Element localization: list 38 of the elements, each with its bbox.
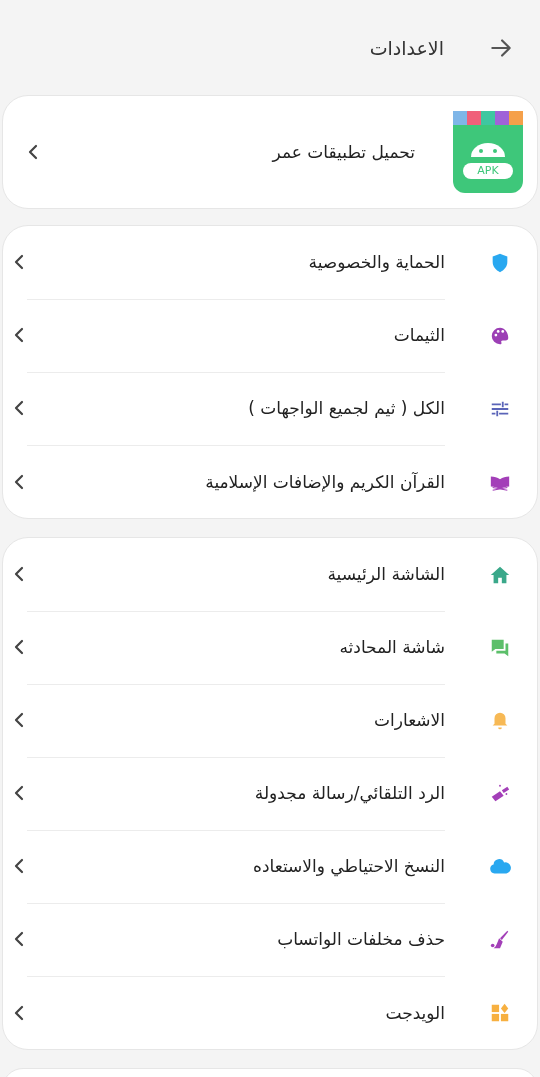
settings-label: شاشة المحادثه [339,637,445,657]
chevron-icon [13,858,25,874]
settings-label: حذف مخلفات الواتساب [277,929,445,949]
settings-item[interactable]: الرد التلقائي/رسالة مجدولة [3,757,537,830]
chevron-icon [13,931,25,947]
settings-label: الكل ( ثيم لجميع الواجهات ) [248,398,445,418]
settings-item[interactable]: النسخ الاحتياطي والاستعاده [3,830,537,903]
settings-item[interactable]: حذف مخلفات الواتساب [3,903,537,976]
settings-item[interactable]: الاشعارات [3,684,537,757]
chevron-icon [13,566,25,582]
settings-item[interactable]: القرآن الكريم والإضافات الإسلامية [3,445,537,518]
chevron-icon [13,1004,25,1021]
settings-label: القرآن الكريم والإضافات الإسلامية [205,471,445,492]
settings-label: الرد التلقائي/رسالة مجدولة [254,783,445,803]
settings-item[interactable]: شاشة المحادثه [3,611,537,684]
chevron-icon [27,144,39,160]
settings-label: الشاشة الرئيسية [327,564,445,584]
settings-item[interactable]: الحماية والخصوصية [3,226,537,299]
chevron-icon [13,473,25,490]
chevron-icon [13,639,25,655]
settings-label: الاشعارات [374,710,445,730]
settings-label: الحماية والخصوصية [308,252,445,272]
settings-item[interactable]: الويدجت [3,976,537,1049]
chevron-icon [13,327,25,343]
page-title: الاعدادات [369,36,444,59]
app-card-title: تحميل تطبيقات عمر [272,142,415,162]
apk-label: APK [476,164,500,178]
chevron-icon [13,712,25,728]
settings-item[interactable]: الشاشة الرئيسية [3,538,537,611]
settings-label: الويدجت [385,1002,445,1023]
chevron-icon [13,785,25,801]
android-logo-icon [453,111,523,193]
settings-item[interactable]: الثيمات [3,299,537,372]
chevron-icon [13,254,25,270]
settings-label: الثيمات [393,325,445,345]
settings-item[interactable]: الكل ( ثيم لجميع الواجهات ) [3,372,537,445]
chevron-icon [13,400,25,416]
settings-label: النسخ الاحتياطي والاستعاده [253,856,445,876]
